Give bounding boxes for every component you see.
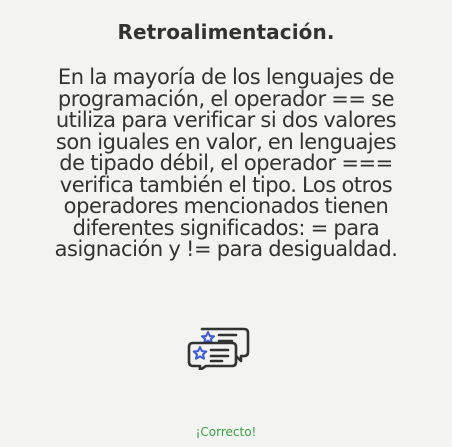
feedback-title: Retroalimentación.: [117, 20, 335, 44]
feedback-panel: Retroalimentación. En la mayoría de los …: [0, 0, 452, 447]
feedback-body-line: de tipado débil, el operador ===: [59, 151, 393, 175]
feedback-body-line: utiliza para verificar si dos valores: [55, 108, 397, 132]
feedback-body: En la mayoría de los lenguajes de progra…: [0, 65, 452, 261]
feedback-body-line: verifica también el tipo. Los otros: [59, 172, 393, 197]
feedback-body-line: programación, el operador == se: [57, 86, 395, 111]
feedback-body-line: En la mayoría de los lenguajes de: [57, 65, 395, 89]
feedback-body-line: diferentes significados: = para: [72, 215, 380, 240]
feedback-body-line: son iguales en valor, en lenguajes: [55, 129, 397, 154]
feedback-chat-star-icon: [186, 326, 256, 372]
feedback-body-line: operadores mencionados tienen: [63, 194, 389, 218]
feedback-body-line: asignación y != para desigualdad.: [54, 237, 398, 261]
status-correct-text: ¡Correcto!: [195, 425, 257, 439]
